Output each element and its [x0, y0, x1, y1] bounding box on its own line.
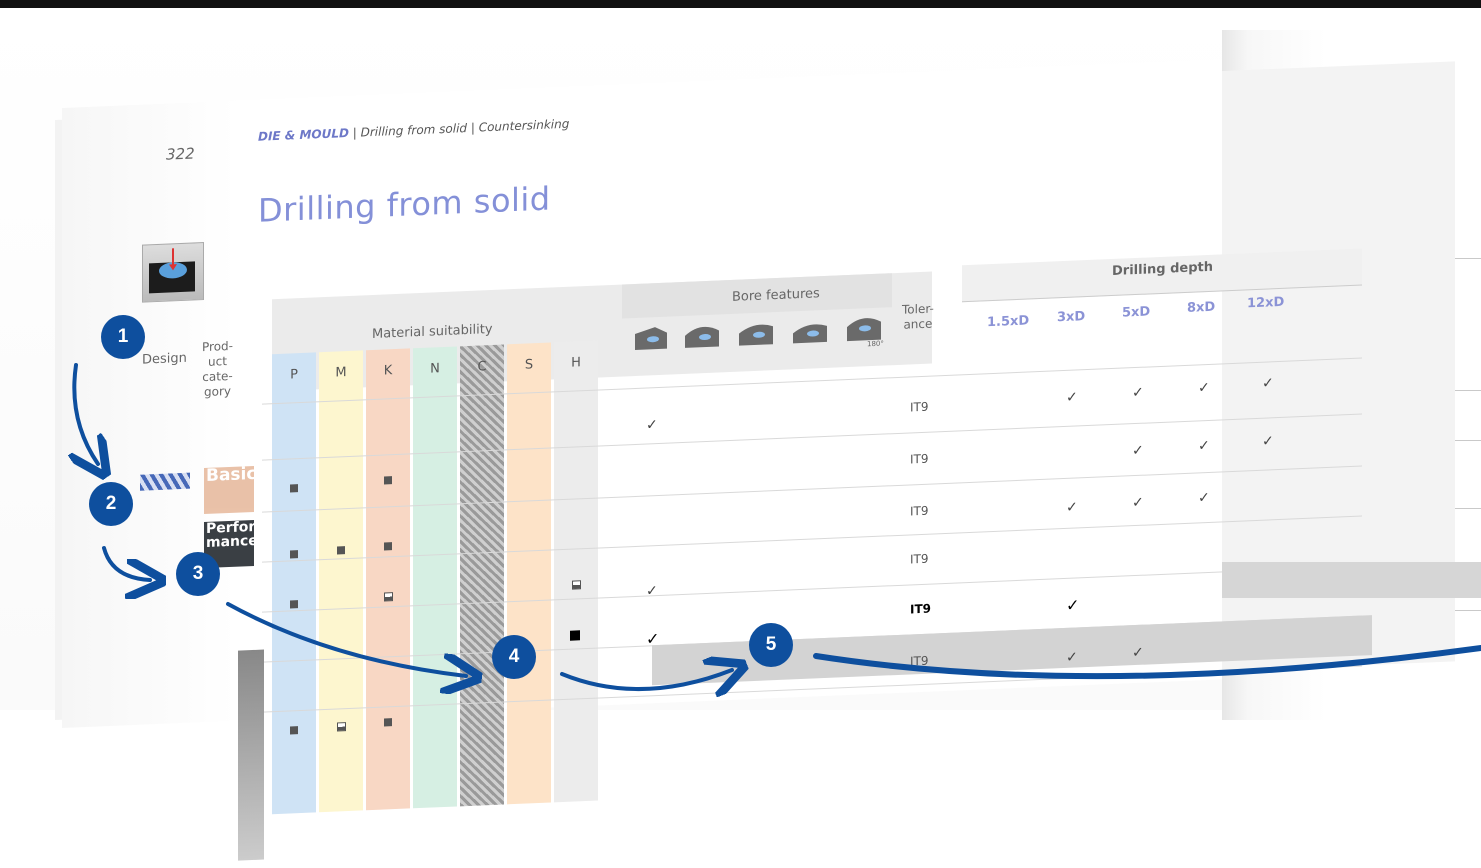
material-label: C — [477, 359, 487, 375]
drill-bit-icon — [140, 472, 190, 491]
check-icon: ✓ — [1132, 384, 1144, 402]
check-icon: ✓ — [1066, 649, 1078, 666]
depth-header: 5xD — [1122, 304, 1151, 321]
material-label: K — [383, 363, 393, 379]
breadcrumb-brand: DIE & MOULD — [258, 125, 349, 144]
tolerance-value: IT9 — [910, 551, 929, 567]
material-column-s: S — [507, 342, 551, 805]
material-column-k: K — [366, 348, 410, 811]
depth-header: 3xD — [1057, 309, 1086, 326]
product-category-header: Prod- uct cate- gory — [202, 338, 233, 400]
material-column-n: N — [413, 346, 457, 809]
depth-header: 1.5xD — [987, 313, 1030, 331]
drilling-icon — [142, 242, 204, 303]
suitability-mark-half — [572, 580, 581, 590]
page-number: 322 — [166, 144, 195, 164]
highlighted-row-continuation — [1222, 562, 1481, 598]
tolerance-header: Toler- ance — [902, 301, 934, 332]
product-line-strip — [238, 649, 264, 861]
suitability-mark — [384, 718, 392, 727]
material-column-h: H — [554, 340, 598, 803]
suitability-mark — [384, 542, 392, 551]
breadcrumb: DIE & MOULD | Drilling from solid | Coun… — [258, 117, 569, 144]
suitability-mark — [290, 726, 298, 735]
suitability-mark — [384, 476, 392, 485]
material-label: M — [335, 365, 347, 381]
page-title: Drilling from solid — [258, 179, 551, 230]
check-icon: ✓ — [646, 417, 658, 434]
check-icon: ✓ — [1132, 494, 1144, 512]
suitability-mark — [290, 600, 298, 609]
material-column-p: P — [272, 352, 316, 815]
suitability-mark — [290, 484, 298, 493]
check-icon: ✓ — [1066, 595, 1080, 615]
check-icon: ✓ — [646, 583, 658, 600]
catalog-page: 322 DIE & MOULD | Drilling from solid | … — [62, 59, 1372, 861]
material-label: N — [430, 361, 440, 377]
suitability-mark-half — [384, 592, 393, 602]
check-icon: ✓ — [1132, 442, 1144, 460]
check-icon: ✓ — [1198, 379, 1210, 397]
check-icon: ✓ — [1198, 437, 1210, 455]
suitability-mark — [290, 550, 298, 559]
step-badge-4: 4 — [492, 635, 536, 679]
check-icon: ✓ — [1066, 389, 1078, 406]
material-label: S — [524, 357, 534, 373]
material-label: H — [571, 355, 581, 371]
check-icon: ✓ — [646, 628, 660, 649]
tolerance-value: IT9 — [910, 653, 929, 669]
suitability-mark-half — [337, 722, 346, 732]
step-badge-1: 1 — [101, 315, 145, 359]
suitability-mark-dark — [570, 630, 580, 641]
product-table: Design Prod- uct cate- gory Material sui… — [132, 248, 1372, 861]
material-column-c: C — [460, 344, 504, 807]
check-icon: ✓ — [1262, 375, 1274, 392]
material-label: P — [290, 367, 298, 383]
step-badge-3: 3 — [176, 552, 220, 596]
check-icon: ✓ — [1066, 499, 1078, 516]
tolerance-value: IT9 — [910, 399, 929, 415]
step-badge-2: 2 — [89, 482, 133, 526]
breadcrumb-path: | Drilling from solid | Countersinking — [348, 116, 570, 140]
suitability-mark — [337, 546, 345, 555]
bore-icon-label: 180° — [867, 339, 884, 349]
depth-header: 12xD — [1247, 294, 1285, 312]
tolerance-value: IT9 — [910, 451, 929, 467]
product-line-basic: Basic — [204, 465, 254, 515]
step-badge-5: 5 — [749, 623, 793, 667]
tolerance-value: IT9 — [910, 503, 929, 519]
tolerance-value: IT9 — [910, 601, 931, 617]
depth-header: 8xD — [1187, 299, 1216, 316]
check-icon: ✓ — [1262, 433, 1274, 450]
design-header: Design — [142, 350, 187, 368]
check-icon: ✓ — [1198, 489, 1210, 507]
material-column-m: M — [319, 350, 363, 813]
check-icon: ✓ — [1132, 644, 1144, 662]
top-border — [0, 0, 1481, 8]
